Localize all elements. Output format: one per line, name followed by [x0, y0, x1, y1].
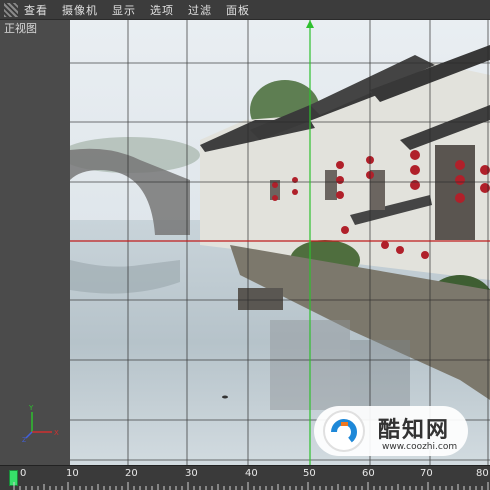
timeline-ruler [13, 482, 489, 490]
gizmo-x-label: X [54, 429, 59, 437]
front-viewport[interactable] [70, 20, 490, 465]
menu-view[interactable]: 查看 [24, 2, 48, 18]
timeline-tick-label: 70 [420, 468, 433, 479]
viewport-left-margin [0, 20, 70, 465]
menu-display[interactable]: 显示 [112, 2, 136, 18]
timeline-tick-label: 50 [303, 468, 316, 479]
y-axis-arrow-icon [306, 20, 314, 28]
timeline-slider[interactable]: 0 10 20 30 40 50 60 70 80 [0, 465, 490, 490]
menu-panel[interactable]: 面板 [226, 2, 250, 18]
menubar: 查看 摄像机 显示 选项 过滤 面板 [0, 0, 490, 20]
timeline-tick-label: 0 [20, 468, 27, 479]
menu-filter[interactable]: 过滤 [188, 2, 212, 18]
viewport-grid [70, 20, 490, 465]
watermark-url: www.coozhi.com [382, 442, 458, 452]
menu-options[interactable]: 选项 [150, 2, 174, 18]
gizmo-y-label: Y [28, 404, 34, 412]
axis-gizmo-icon: Y X Z [22, 404, 59, 442]
timeline-tick-label: 60 [362, 468, 375, 479]
gizmo-z-label: Z [22, 437, 26, 442]
timeline-tick-label: 30 [185, 468, 198, 479]
panel-grip-icon[interactable] [4, 2, 18, 17]
viewport-title: 正视图 [4, 22, 37, 35]
timeline-tick-label: 10 [66, 468, 79, 479]
watermark-name: 酷知网 [378, 418, 451, 443]
timeline-tick-label: 40 [245, 468, 258, 479]
watermark-logo: 酷知网 www.coozhi.com [312, 402, 470, 460]
timeline-tick-label: 80 [476, 468, 489, 479]
menu-camera[interactable]: 摄像机 [62, 2, 98, 18]
timeline-tick-label: 20 [125, 468, 138, 479]
